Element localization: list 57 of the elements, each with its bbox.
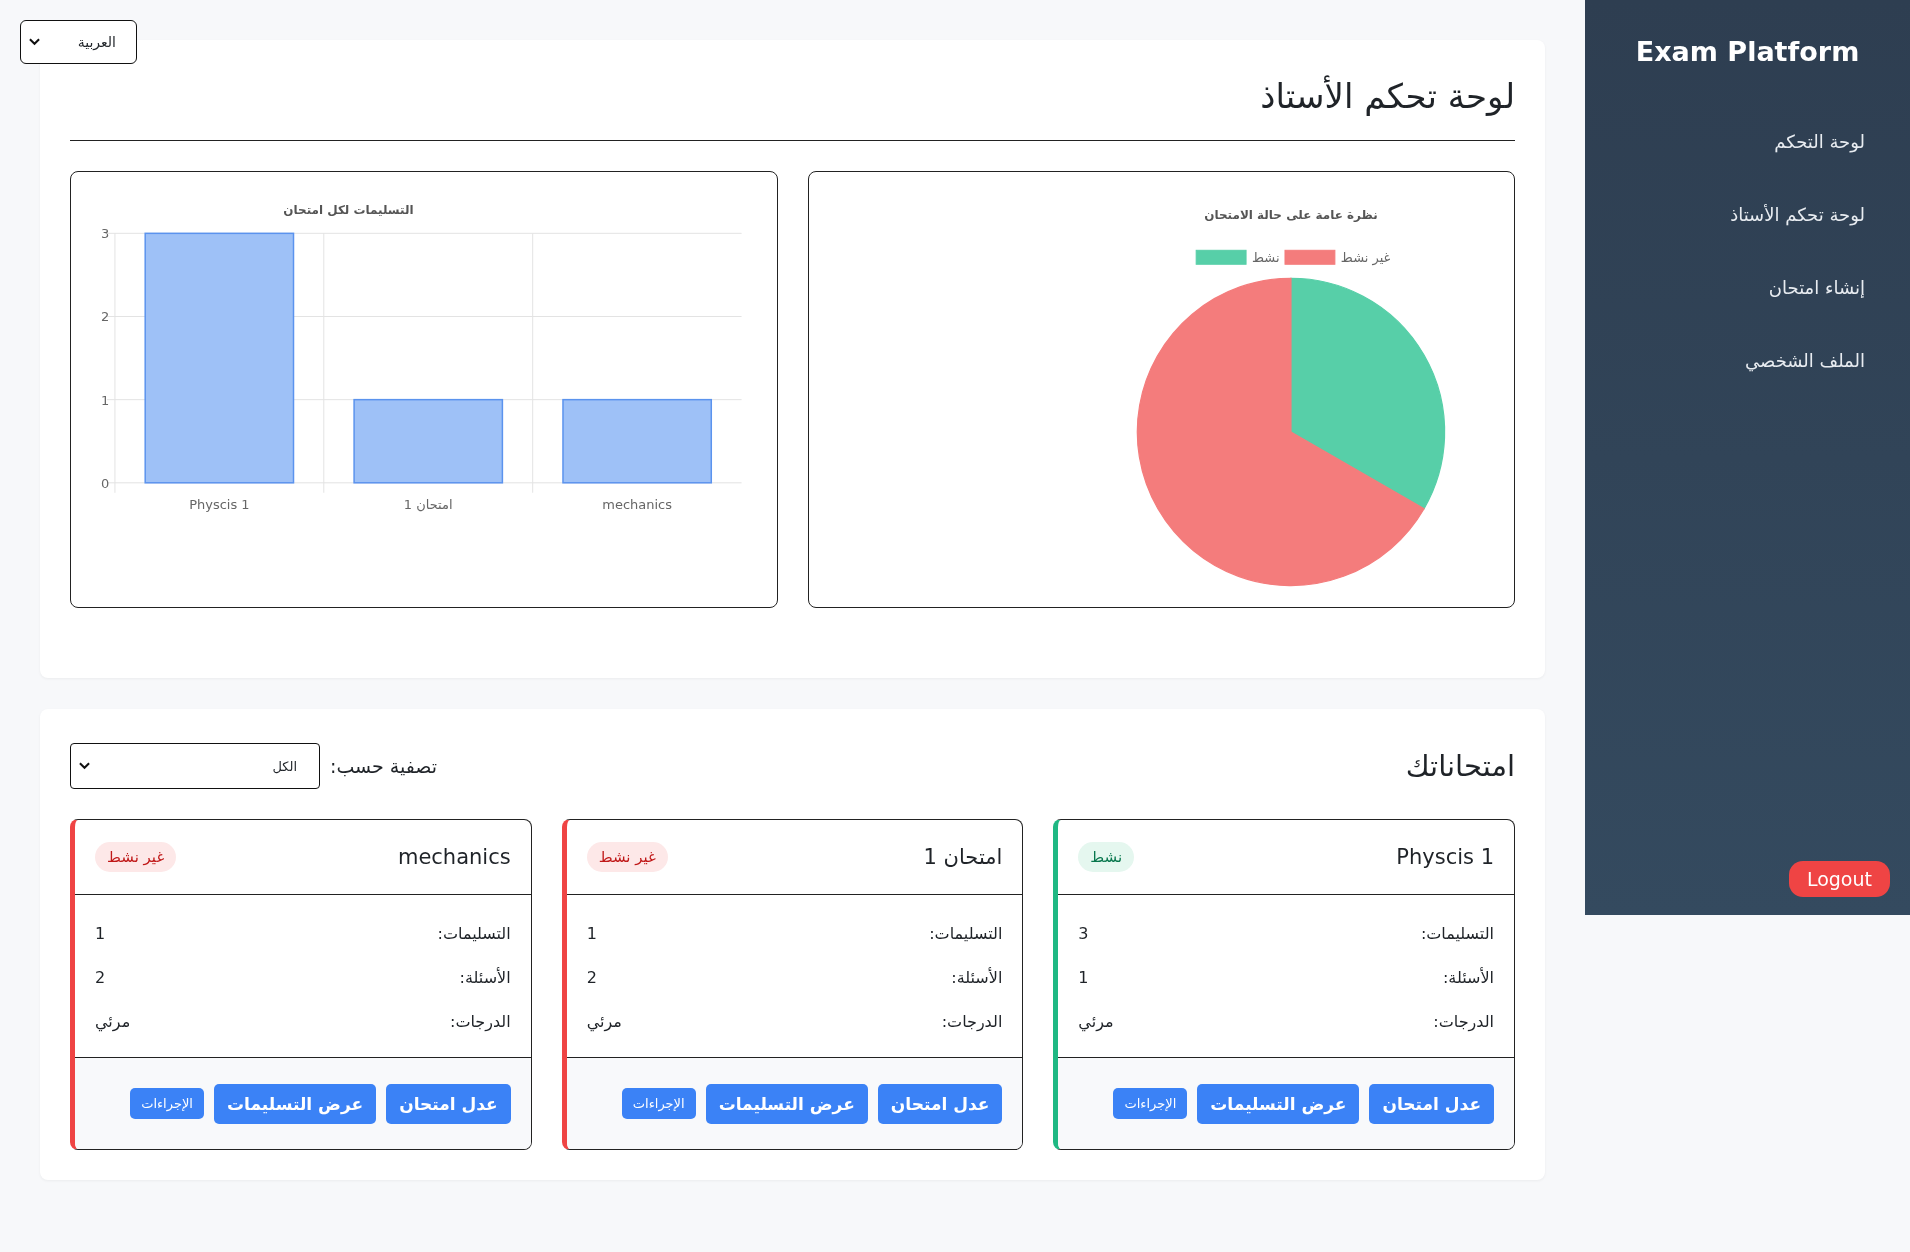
axis-label: 1 (100, 392, 110, 408)
language-select[interactable]: العربية (20, 20, 137, 64)
stat-label: الأسئلة: (951, 967, 1003, 987)
legend-label: غير نشط (1340, 250, 1390, 266)
status-badge: نشط (1078, 842, 1135, 872)
stat-value: مرئي (1078, 1011, 1114, 1031)
stat-value: 3 (1078, 923, 1089, 943)
stat-label: الدرجات: (941, 1011, 1003, 1031)
exam-title: mechanics (397, 845, 511, 869)
legend-label: نشط (1251, 250, 1280, 266)
logout-button[interactable]: Logout (1788, 861, 1890, 897)
stat-label: الدرجات: (450, 1011, 511, 1031)
app-title: Exam Platform (1634, 36, 1861, 67)
actions-button[interactable]: الإجراءات (130, 1088, 204, 1119)
nav-link[interactable]: إنشاء امتحان (1605, 277, 1865, 298)
exam-title: Physcis 1 (1396, 845, 1494, 869)
stat-value: 2 (95, 967, 106, 987)
axis-label: امتحان 1 (403, 496, 453, 512)
stat-label: التسليمات: (437, 923, 511, 943)
nav-link[interactable]: الملف الشخصي (1605, 350, 1865, 371)
status-badge: غير نشط (95, 842, 177, 872)
action-button[interactable]: عرض التسليمات (705, 1083, 868, 1124)
chevron-icon (29, 38, 40, 46)
stat-label: التسليمات: (1420, 923, 1494, 943)
status-badge: غير نشط (586, 842, 668, 872)
stat-label: الدرجات: (1433, 1011, 1494, 1031)
nav-link[interactable]: لوحة التحكم (1605, 131, 1865, 152)
section-title: امتحاناتك (1405, 749, 1515, 783)
chart-title: التسليمات لكل امتحان (283, 203, 414, 218)
stat-label: التسليمات: (929, 923, 1003, 943)
axis-label: mechanics (602, 496, 672, 512)
stat-label: الأسئلة: (1442, 967, 1494, 987)
action-button[interactable]: عدل امتحان (877, 1083, 1003, 1124)
axis-label: Physcis 1 (189, 496, 250, 512)
page-title: لوحة تحكم الأستاذ (1259, 74, 1515, 118)
stat-value: 2 (586, 967, 597, 987)
action-button[interactable]: عرض التسليمات (1197, 1083, 1360, 1124)
nav-link[interactable]: لوحة تحكم الأستاذ (1605, 204, 1865, 225)
action-button[interactable]: عدل امتحان (386, 1083, 511, 1124)
axis-label: 0 (100, 475, 110, 491)
filter-label: تصفية حسب: (330, 755, 438, 777)
stat-value: 1 (95, 923, 106, 943)
stat-label: الأسئلة: (459, 967, 511, 987)
stat-value: مرئي (586, 1011, 622, 1031)
filter-select[interactable]: الكل (70, 743, 320, 789)
stat-value: مرئي (95, 1011, 131, 1031)
chevron-icon (79, 762, 90, 770)
actions-button[interactable]: الإجراءات (1113, 1088, 1188, 1119)
action-button[interactable]: عرض التسليمات (213, 1083, 377, 1124)
stat-value: 1 (586, 923, 597, 943)
exam-title: امتحان 1 (923, 845, 1003, 869)
actions-button[interactable]: الإجراءات (621, 1088, 696, 1119)
action-button[interactable]: عدل امتحان (1369, 1083, 1494, 1124)
axis-label: 3 (100, 226, 110, 242)
stat-value: 1 (1078, 967, 1089, 987)
chart-title: نظرة عامة على حالة الامتحان (1203, 208, 1378, 223)
axis-label: 2 (100, 309, 110, 325)
